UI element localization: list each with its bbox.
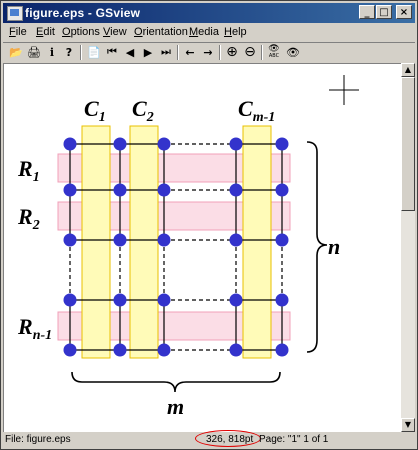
status-file: File: figure.eps <box>5 434 71 445</box>
row-label-r1: R1 <box>17 156 40 185</box>
row-label-rn1: Rn-1 <box>17 314 52 343</box>
toolbar-separator <box>261 45 263 60</box>
back-arrow-icon[interactable]: ← <box>181 43 199 61</box>
eye-icon[interactable]: 👁 <box>284 43 302 61</box>
menu-orientation[interactable]: Orientation <box>134 26 188 38</box>
status-coordinates: 326, 818pt <box>206 434 254 445</box>
menu-edit[interactable]: Edit <box>36 26 55 38</box>
maximize-button[interactable]: □ <box>376 5 392 19</box>
help-icon[interactable]: ? <box>60 43 78 61</box>
menu-options[interactable]: Options <box>62 26 100 38</box>
print-icon[interactable]: 🖨 <box>25 43 43 61</box>
figure-canvas: C1 C2 Cm-1 R1 R2 Rn-1 n m <box>17 75 359 419</box>
status-bar: File: figure.eps 326, 818pt Page: "1" 1 … <box>3 430 415 447</box>
column-label-c2: C2 <box>132 96 154 125</box>
goto-page-icon[interactable]: 📄 <box>85 43 103 61</box>
scroll-thumb[interactable] <box>401 77 415 211</box>
previous-page-icon[interactable]: ◀ <box>121 43 139 61</box>
zoom-in-icon[interactable]: ⊕ <box>223 43 241 61</box>
row-label-r2: R2 <box>17 204 40 233</box>
toolbar-separator <box>177 45 179 60</box>
menu-help[interactable]: Help <box>224 26 247 38</box>
vertical-scrollbar[interactable]: ▲ ▼ <box>401 63 415 432</box>
column-label-c1: C1 <box>84 96 106 125</box>
last-page-icon[interactable]: ⏭ <box>157 43 175 61</box>
minimize-button[interactable]: _ <box>359 5 375 19</box>
menu-view[interactable]: View <box>103 26 127 38</box>
forward-arrow-icon[interactable]: → <box>199 43 217 61</box>
toolbar: 📂 🖨 i ? 📄 ⏮ ◀ ▶ ⏭ ← → ⊕ ⊖ 👁 ABC 👁 <box>3 42 415 63</box>
preview-abc-button[interactable]: 👁 ABC <box>265 43 283 61</box>
width-label: m <box>167 394 184 419</box>
gsview-app-icon[interactable] <box>7 6 23 21</box>
height-brace <box>306 141 328 353</box>
column-band-c2 <box>129 125 159 359</box>
title-bar[interactable]: figure.eps - GSview _ □ × <box>3 3 415 23</box>
zoom-out-icon[interactable]: ⊖ <box>241 43 259 61</box>
window-title: figure.eps - GSview <box>25 6 141 20</box>
width-brace <box>71 371 281 393</box>
first-page-icon[interactable]: ⏮ <box>103 43 121 61</box>
document-view[interactable]: C1 C2 Cm-1 R1 R2 Rn-1 n m <box>3 63 402 432</box>
column-label-cm1: Cm-1 <box>238 96 275 125</box>
menu-media[interactable]: Media <box>189 26 219 38</box>
scroll-up-arrow-icon[interactable]: ▲ <box>401 63 415 77</box>
column-band-c1 <box>81 125 111 359</box>
abc-label: ABC <box>268 53 280 59</box>
next-page-icon[interactable]: ▶ <box>139 43 157 61</box>
status-page: Page: "1" 1 of 1 <box>259 434 329 445</box>
column-band-cm1 <box>242 125 272 359</box>
menu-bar: File Edit Options View Orientation Media… <box>3 24 415 42</box>
info-icon[interactable]: i <box>43 43 61 61</box>
height-label: n <box>328 234 340 259</box>
open-file-icon[interactable]: 📂 <box>7 43 25 61</box>
crosshair-cursor-icon <box>329 75 359 105</box>
toolbar-separator <box>219 45 221 60</box>
scroll-down-arrow-icon[interactable]: ▼ <box>401 418 415 432</box>
toolbar-separator <box>80 45 82 60</box>
gsview-window: figure.eps - GSview _ □ × File Edit Opti… <box>0 0 418 450</box>
menu-file[interactable]: File <box>9 26 27 38</box>
close-button[interactable]: × <box>396 5 412 19</box>
